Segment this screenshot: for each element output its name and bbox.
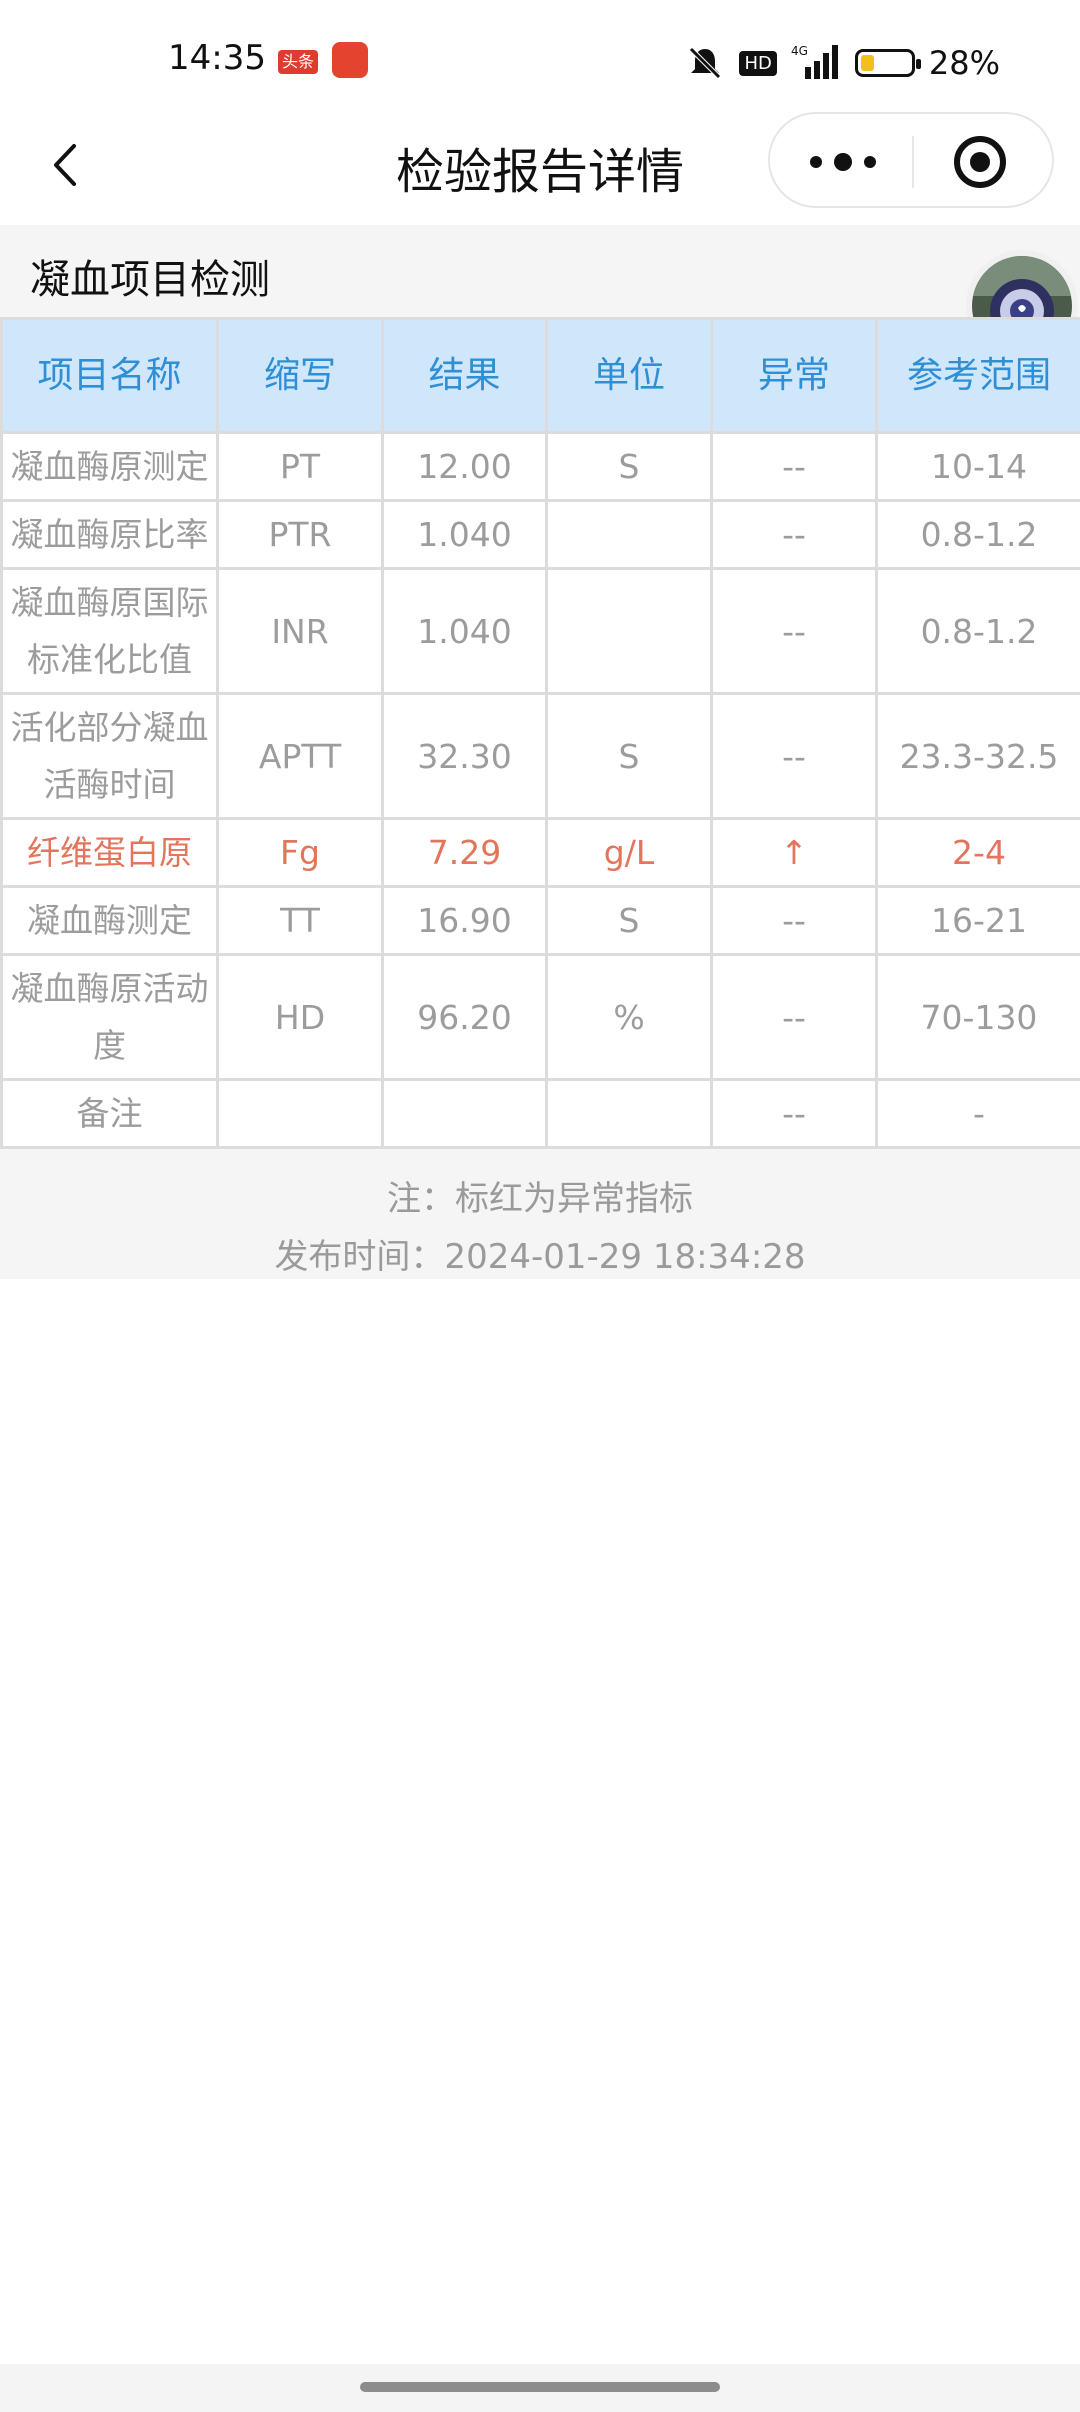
- table-row: 凝血酶原活动度 HD 96.20 % -- 70-130: [0, 953, 1080, 1081]
- cell-unit: [545, 567, 713, 695]
- cell-range: 70-130: [875, 953, 1080, 1081]
- cell-result: 7.29: [381, 817, 548, 888]
- header-range: 参考范围: [875, 317, 1080, 434]
- cell-abnormal: --: [710, 885, 878, 956]
- status-bar: 14:35 头条 HD 4G 28%: [0, 0, 1080, 110]
- header-abnormal: 异常: [710, 317, 878, 434]
- table-row-abnormal: 纤维蛋白原 Fg 7.29 g/L ↑ 2-4: [0, 817, 1080, 888]
- cell-result: 1.040: [381, 499, 548, 570]
- cell-range: 2-4: [875, 817, 1080, 888]
- cell-unit: %: [545, 953, 713, 1081]
- gesture-bar: [0, 2364, 1080, 2412]
- svg-text:4G: 4G: [791, 44, 808, 58]
- header-result: 结果: [381, 317, 548, 434]
- nav-bar: 检验报告详情: [0, 110, 1080, 222]
- target-icon[interactable]: [952, 134, 1008, 190]
- cell-name: 活化部分凝血活酶时间: [0, 692, 219, 820]
- cell-abbr: HD: [216, 953, 384, 1081]
- cell-abnormal: --: [710, 431, 878, 502]
- home-indicator[interactable]: [360, 2382, 720, 2392]
- more-icon[interactable]: [798, 142, 888, 182]
- cell-range: 23.3-32.5: [875, 692, 1080, 820]
- cell-range: 0.8-1.2: [875, 499, 1080, 570]
- table-row: 活化部分凝血活酶时间 APTT 32.30 S -- 23.3-32.5: [0, 692, 1080, 820]
- table-row: 凝血酶测定 TT 16.90 S -- 16-21: [0, 885, 1080, 956]
- news-app-icon: 头条: [278, 50, 318, 74]
- mute-icon: [689, 47, 722, 79]
- table-row: 备注 -- -: [0, 1078, 1080, 1149]
- cell-unit: S: [545, 431, 713, 502]
- battery-icon: [854, 49, 921, 77]
- cell-result: 1.040: [381, 567, 548, 695]
- cell-abbr: PT: [216, 431, 384, 502]
- cell-range: 10-14: [875, 431, 1080, 502]
- cell-name: 凝血酶原测定: [0, 431, 219, 502]
- section-header: 凝血项目检测: [0, 225, 1080, 317]
- publish-time: 发布时间：2024-01-29 18:34:28: [274, 1237, 806, 1277]
- cell-name: 凝血酶原比率: [0, 499, 219, 570]
- cell-abnormal: --: [710, 1078, 878, 1149]
- footer-note: 注：标红为异常指标 发布时间：2024-01-29 18:34:28: [0, 1149, 1080, 1279]
- cell-unit: S: [545, 692, 713, 820]
- cell-unit: [545, 1078, 713, 1149]
- miniprogram-capsule: [768, 112, 1054, 208]
- cell-name: 备注: [0, 1078, 219, 1149]
- cell-result: 96.20: [381, 953, 548, 1081]
- cell-range: 16-21: [875, 885, 1080, 956]
- cell-abnormal: --: [710, 499, 878, 570]
- header-unit: 单位: [545, 317, 713, 434]
- table-header-row: 项目名称 缩写 结果 单位 异常 参考范围: [0, 317, 1080, 434]
- table-row: 凝血酶原比率 PTR 1.040 -- 0.8-1.2: [0, 499, 1080, 570]
- abnormal-note: 注：标红为异常指标: [387, 1179, 693, 1219]
- cell-abnormal: --: [710, 692, 878, 820]
- cell-unit: g/L: [545, 817, 713, 888]
- cell-abbr: INR: [216, 567, 384, 695]
- cell-abbr: APTT: [216, 692, 384, 820]
- cell-name: 凝血酶测定: [0, 885, 219, 956]
- cell-abbr: Fg: [216, 817, 384, 888]
- cell-result: 16.90: [381, 885, 548, 956]
- cell-abbr: TT: [216, 885, 384, 956]
- cell-abnormal: --: [710, 567, 878, 695]
- battery-percent: 28%: [928, 44, 1000, 82]
- cell-result: 32.30: [381, 692, 548, 820]
- cell-result: 12.00: [381, 431, 548, 502]
- cell-name: 纤维蛋白原: [0, 817, 219, 888]
- report-table: 项目名称 缩写 结果 单位 异常 参考范围 凝血酶原测定 PT 12.00 S …: [0, 317, 1080, 1149]
- hd-icon: HD: [739, 50, 777, 76]
- cell-unit: [545, 499, 713, 570]
- cell-abbr: [216, 1078, 384, 1149]
- signal-icon: 4G: [791, 44, 838, 79]
- status-time: 14:35: [168, 38, 266, 78]
- cell-abnormal: ↑: [710, 817, 878, 888]
- header-name: 项目名称: [0, 317, 219, 434]
- capsule-divider: [912, 136, 914, 188]
- cell-abbr: PTR: [216, 499, 384, 570]
- cell-name: 凝血酶原国际标准化比值: [0, 567, 219, 695]
- header-abbr: 缩写: [216, 317, 384, 434]
- cell-range: -: [875, 1078, 1080, 1149]
- section-title: 凝血项目检测: [30, 257, 270, 303]
- table-row: 凝血酶原国际标准化比值 INR 1.040 -- 0.8-1.2: [0, 567, 1080, 695]
- cell-unit: S: [545, 885, 713, 956]
- cell-name: 凝血酶原活动度: [0, 953, 219, 1081]
- cell-range: 0.8-1.2: [875, 567, 1080, 695]
- cell-result: [381, 1078, 548, 1149]
- app-notification-icon: [332, 42, 368, 78]
- table-row: 凝血酶原测定 PT 12.00 S -- 10-14: [0, 431, 1080, 502]
- cell-abnormal: --: [710, 953, 878, 1081]
